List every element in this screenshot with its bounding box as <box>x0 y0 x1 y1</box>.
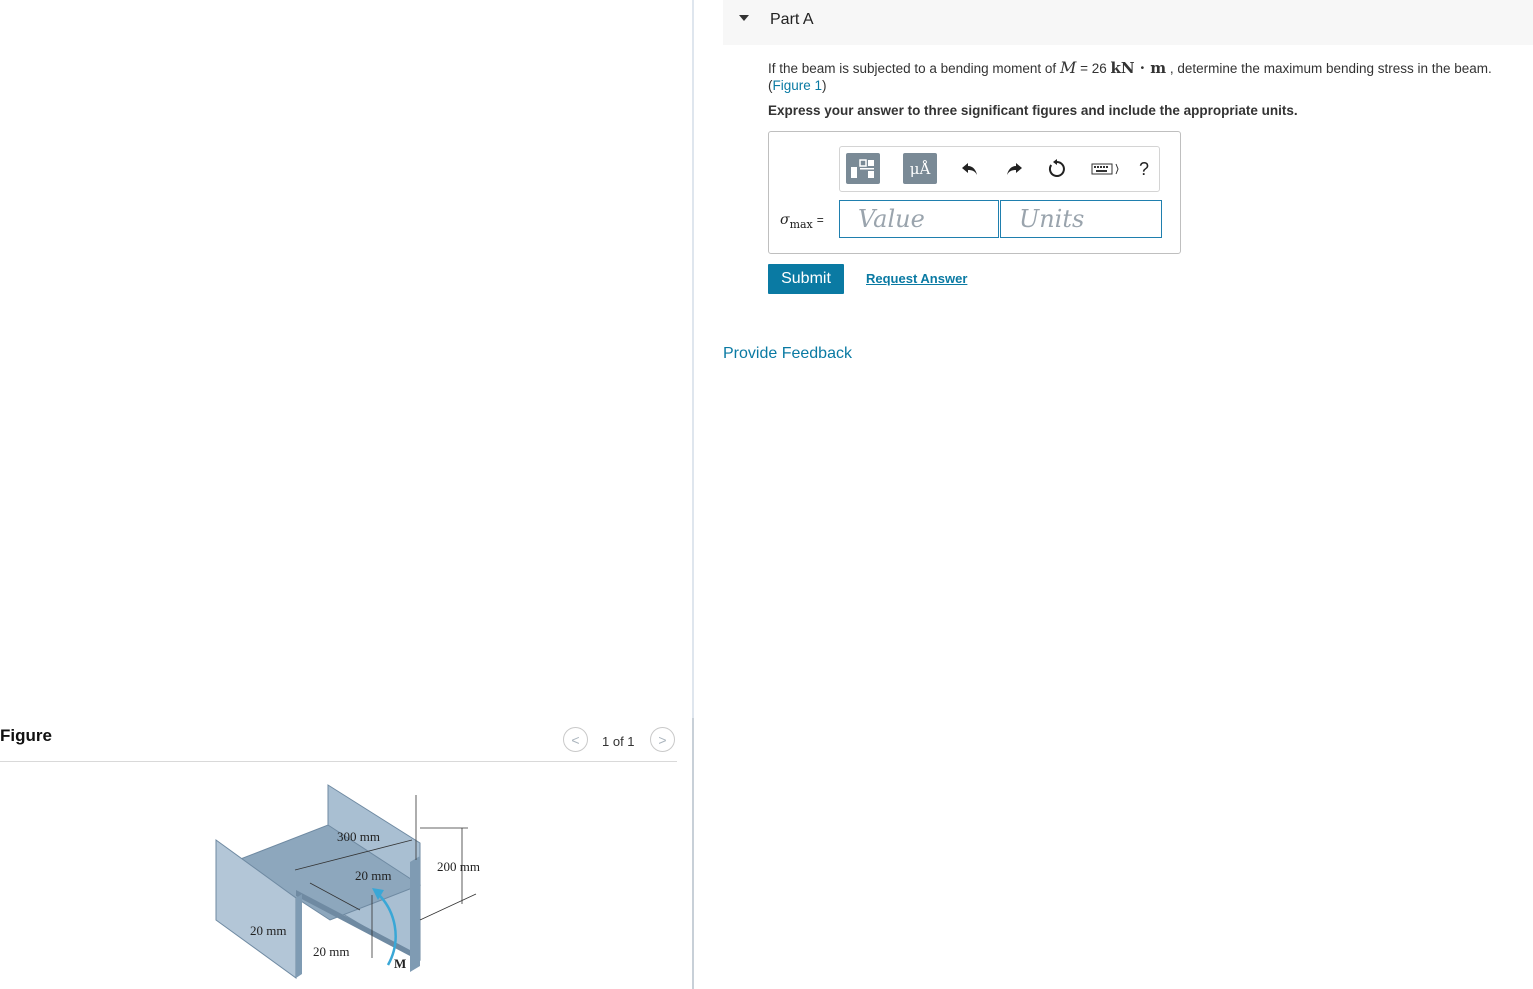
beam-front-flange-edge <box>296 894 302 978</box>
undo-icon[interactable] <box>958 157 982 181</box>
help-icon[interactable]: ? <box>1132 157 1156 181</box>
redo-icon[interactable] <box>1002 157 1026 181</box>
sigma-symbol: σ <box>780 212 790 228</box>
instruction-text: Express your answer to three significant… <box>768 103 1298 118</box>
moment-unit: kN · m <box>1110 59 1167 77</box>
figure-page-count: 1 of 1 <box>602 734 635 749</box>
request-answer-link[interactable]: Request Answer <box>866 271 967 286</box>
moment-label: M <box>394 956 406 971</box>
collapse-caret-icon[interactable] <box>739 15 749 21</box>
answer-variable-label: σmax = <box>780 212 824 231</box>
question-text: If the beam is subjected to a bending mo… <box>768 58 1492 93</box>
template-icon <box>851 158 874 178</box>
question-prefix: If the beam is subjected to a bending mo… <box>768 61 1060 76</box>
part-title: Part A <box>770 11 814 28</box>
template-button[interactable] <box>846 153 880 184</box>
value-input[interactable]: Value <box>839 200 999 238</box>
answer-box: μÅ ? σmax = Value Units <box>768 131 1181 254</box>
sigma-subscript: max <box>789 217 813 231</box>
chevron-left-icon: < <box>571 731 580 748</box>
width-label: 300 mm <box>337 829 380 844</box>
moment-variable: M <box>1059 58 1077 77</box>
keyboard-icon[interactable] <box>1090 157 1122 181</box>
part-a-header[interactable]: Part A <box>723 0 1533 45</box>
chevron-right-icon: > <box>658 731 667 748</box>
web-thickness-label: 20 mm <box>355 868 391 883</box>
figure-divider <box>0 761 677 762</box>
flange-left-label: 20 mm <box>250 923 286 938</box>
beam-figure: 300 mm 20 mm 200 mm 20 mm 20 mm M <box>215 784 480 979</box>
panel-resize-handle[interactable] <box>692 718 694 989</box>
previous-figure-button[interactable]: < <box>563 727 588 752</box>
figure-link[interactable]: Figure 1 <box>773 78 823 93</box>
flange-bottom-label: 20 mm <box>313 944 349 959</box>
units-input[interactable]: Units <box>1000 200 1162 238</box>
reset-icon[interactable] <box>1045 157 1069 181</box>
moment-value: = 26 <box>1076 61 1111 76</box>
height-label: 200 mm <box>437 859 480 874</box>
provide-feedback-link[interactable]: Provide Feedback <box>723 345 852 363</box>
math-toolbar: μÅ ? <box>839 146 1160 192</box>
units-button[interactable]: μÅ <box>903 153 937 184</box>
next-figure-button[interactable]: > <box>650 727 675 752</box>
equals-sign: = <box>816 213 824 227</box>
figure-title: Figure <box>0 726 52 745</box>
beam-back-flange-edge <box>410 856 420 972</box>
height-bottom-line <box>419 893 477 921</box>
submit-button[interactable]: Submit <box>768 264 844 294</box>
question-suffix: , determine the maximum bending stress i… <box>1166 61 1492 76</box>
